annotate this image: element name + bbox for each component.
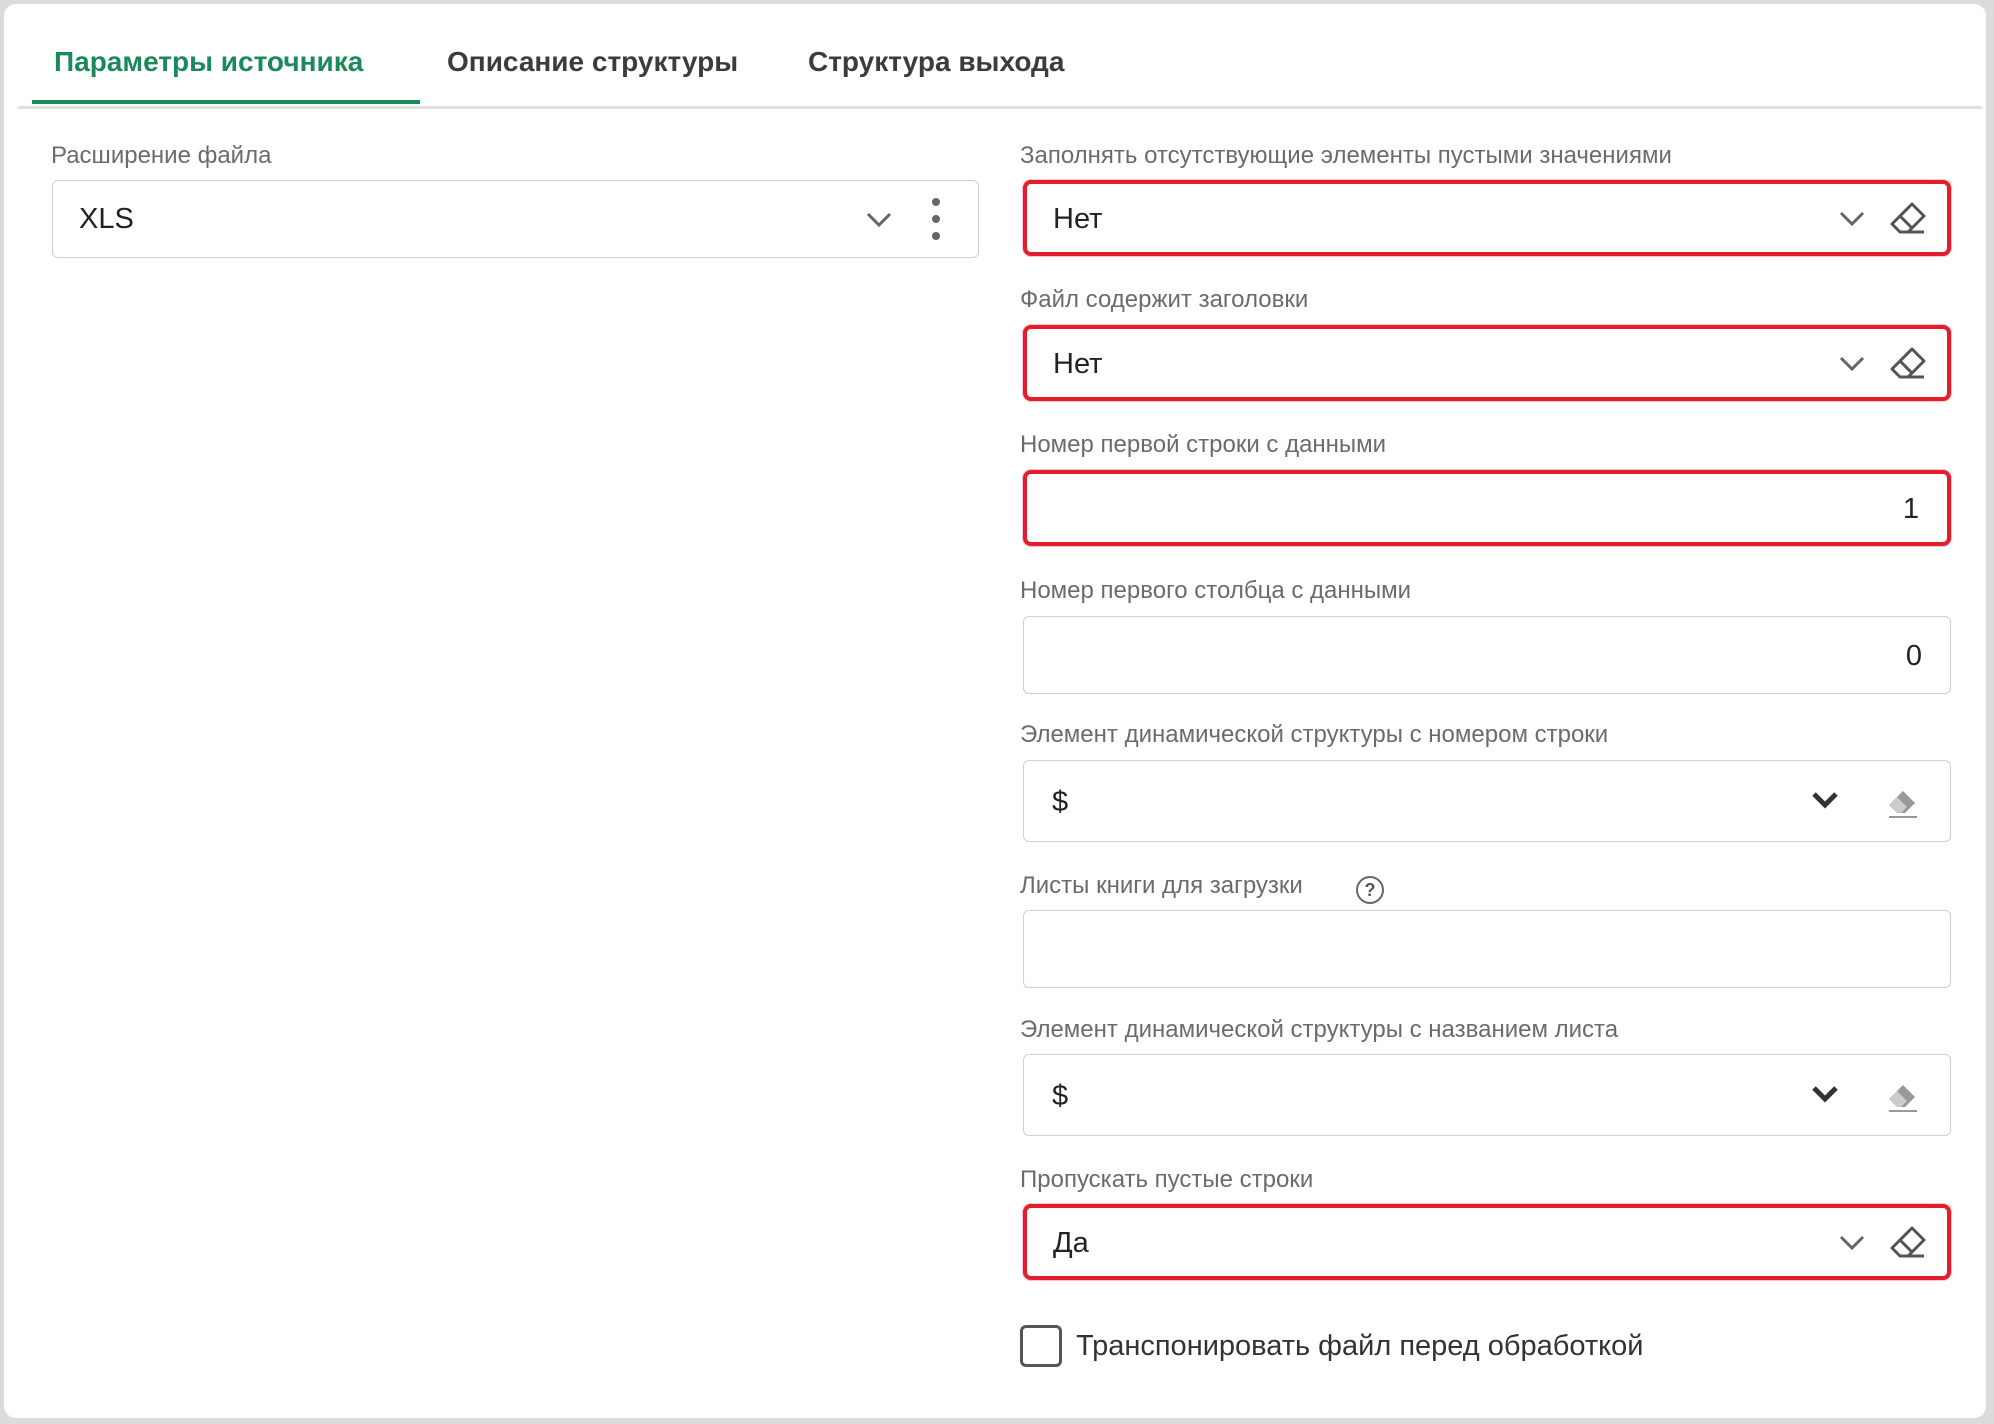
first-data-row-label: Номер первой строки с данными [1020,431,1387,458]
first-data-row-input[interactable]: 1 [1023,470,1951,546]
file-extension-select[interactable]: XLS [52,180,979,258]
row-number-element-value: $ [1052,786,1069,818]
chevron-down-icon[interactable] [1838,206,1866,230]
has-headers-label: Файл содержит заголовки [1020,286,1309,313]
first-data-col-value: 0 [1905,640,1922,672]
sheet-name-element-label: Элемент динамической структуры с названи… [1020,1016,1619,1043]
active-tab-indicator [32,100,420,104]
sheets-to-load-input[interactable] [1023,910,1951,988]
fill-missing-label: Заполнять отсутствующие элементы пустыми… [1020,142,1672,169]
settings-panel: Параметры источника Описание структуры С… [4,4,1986,1418]
eraser-icon[interactable] [1885,781,1921,821]
chevron-down-icon[interactable] [1810,1081,1840,1107]
fill-missing-select[interactable]: Нет [1023,180,1951,256]
fill-missing-value: Нет [1053,203,1103,235]
has-headers-select[interactable]: Нет [1023,325,1951,401]
has-headers-value: Нет [1053,348,1103,380]
sheet-name-element-select[interactable]: $ [1023,1054,1951,1136]
skip-empty-rows-label: Пропускать пустые строки [1020,1166,1314,1193]
file-extension-label: Расширение файла [51,142,272,169]
row-number-element-label: Элемент динамической структуры с номером… [1020,721,1609,748]
tab-source-parameters[interactable]: Параметры источника [54,40,363,106]
tab-output-structure[interactable]: Структура выхода [808,40,1064,106]
file-extension-value: XLS [79,203,134,235]
transpose-checkbox[interactable] [1020,1325,1062,1367]
chevron-down-icon[interactable] [1810,787,1840,813]
first-data-col-label: Номер первого столбца с данными [1020,577,1412,604]
first-data-row-value: 1 [1902,493,1919,525]
skip-empty-rows-value: Да [1053,1227,1089,1259]
chevron-down-icon[interactable] [1838,1230,1866,1254]
more-vertical-icon[interactable] [930,197,942,241]
help-circle-icon[interactable]: ? [1356,876,1384,904]
tab-bar: Параметры источника Описание структуры С… [18,4,1982,109]
chevron-down-icon[interactable] [1838,351,1866,375]
sheet-name-element-value: $ [1052,1080,1069,1112]
row-number-element-select[interactable]: $ [1023,760,1951,842]
transpose-checkbox-label[interactable]: Транспонировать файл перед обработкой [1076,1330,1644,1363]
sheets-to-load-label: Листы книги для загрузки [1020,872,1303,899]
chevron-down-icon[interactable] [865,207,893,231]
eraser-icon[interactable] [1886,341,1930,385]
eraser-icon[interactable] [1886,1220,1930,1264]
first-data-col-input[interactable]: 0 [1023,616,1951,694]
eraser-icon[interactable] [1885,1075,1921,1115]
eraser-icon[interactable] [1886,196,1930,240]
skip-empty-rows-select[interactable]: Да [1023,1204,1951,1280]
tab-structure-description[interactable]: Описание структуры [447,40,738,106]
